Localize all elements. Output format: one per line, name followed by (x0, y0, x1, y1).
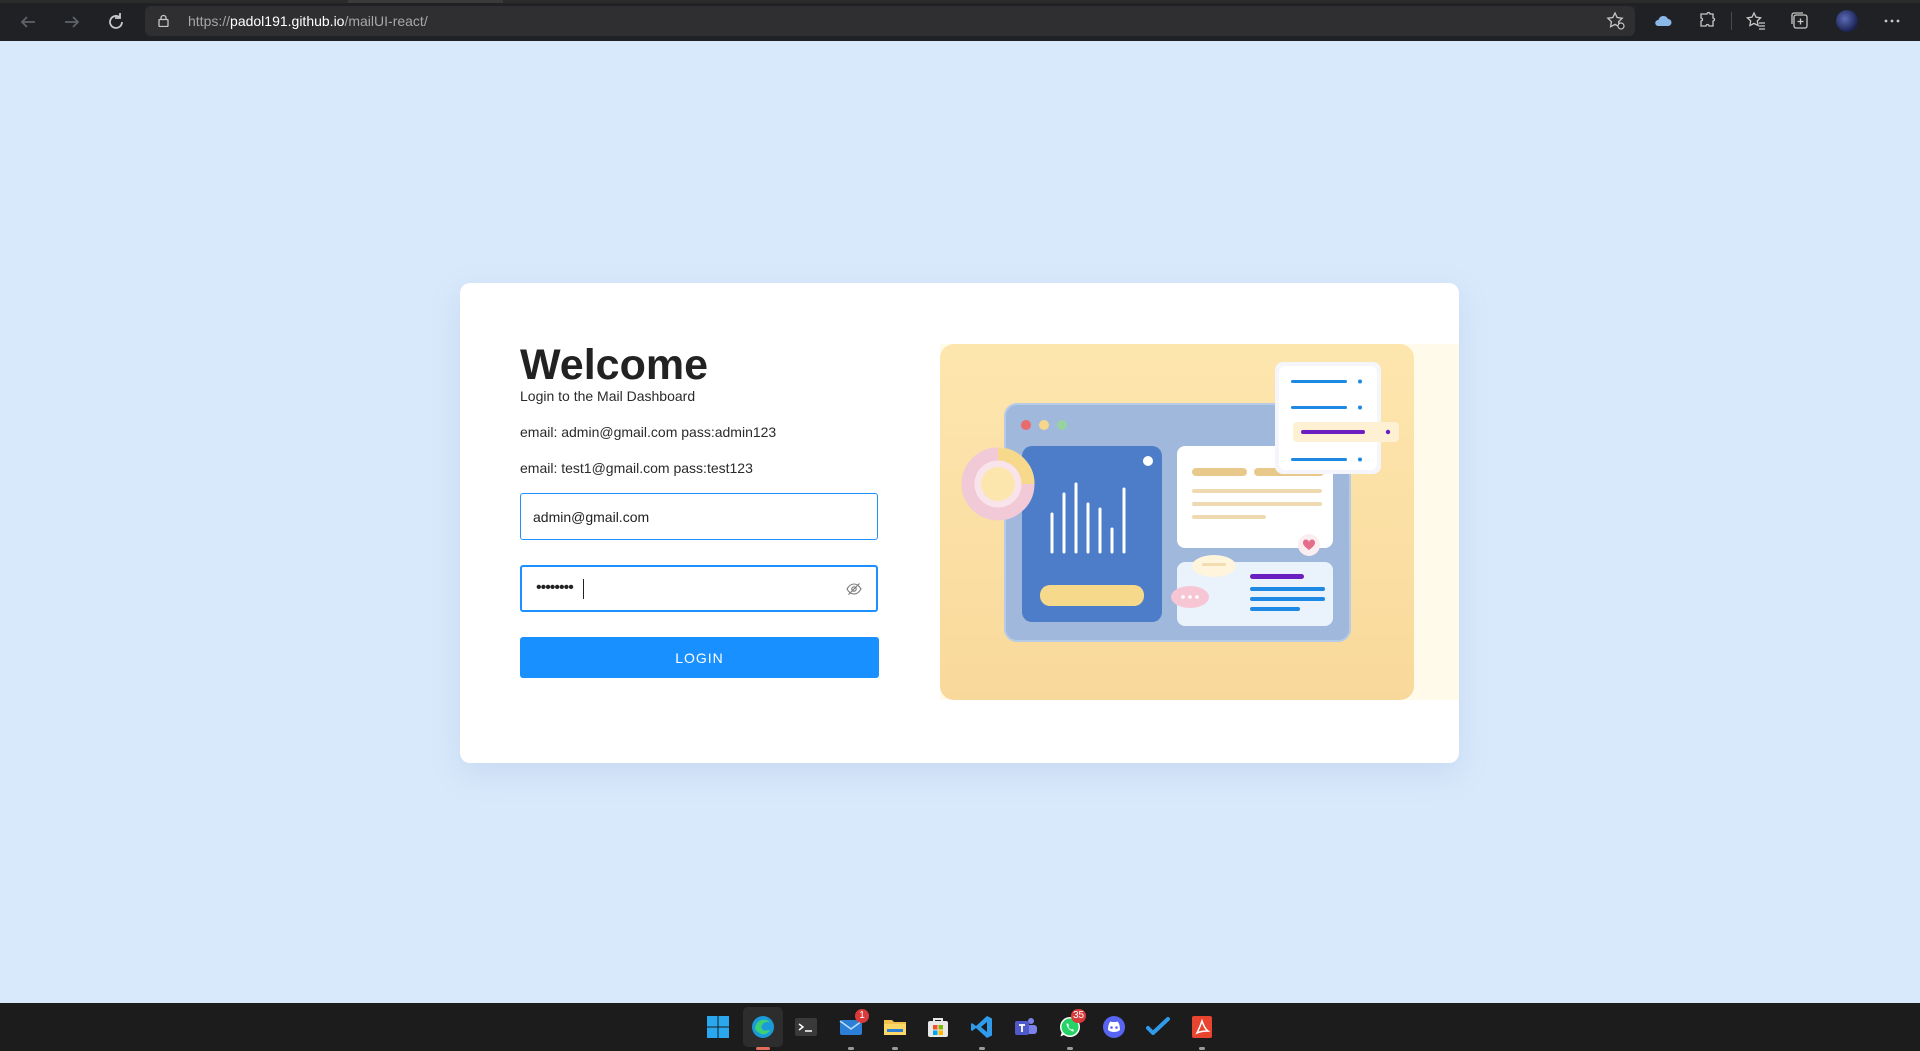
active-tab-hint[interactable] (348, 0, 503, 3)
todo-icon[interactable] (1146, 1015, 1170, 1039)
address-bar[interactable]: https://padol191.github.io/mailUI-react/ (145, 6, 1635, 36)
email-input[interactable] (521, 494, 877, 539)
discord-icon[interactable] (1102, 1015, 1126, 1039)
acrobat-running-indicator (1199, 1047, 1205, 1050)
whatsapp-running-indicator (1067, 1047, 1073, 1050)
toolbar-separator (1731, 12, 1732, 30)
favorites-icon[interactable] (1744, 9, 1768, 33)
forward-icon[interactable] (59, 9, 85, 35)
more-icon[interactable] (1880, 9, 1904, 33)
file-explorer-icon[interactable] (883, 1015, 907, 1039)
edge-icon[interactable] (751, 1015, 775, 1039)
refresh-icon[interactable] (103, 9, 129, 35)
test-credentials-hint: email: test1@gmail.com pass:test123 (520, 460, 753, 476)
edge-running-indicator (756, 1047, 770, 1050)
vscode-running-indicator (979, 1047, 985, 1050)
url-path: /mailUI-react/ (344, 13, 428, 29)
password-field[interactable]: •••••••• (520, 565, 878, 612)
acrobat-icon[interactable] (1190, 1015, 1214, 1039)
eye-invisible-icon[interactable] (846, 582, 862, 596)
vscode-icon[interactable] (970, 1015, 994, 1039)
text-caret (583, 579, 584, 599)
lock-icon[interactable] (158, 14, 169, 27)
login-subtitle: Login to the Mail Dashboard (520, 388, 696, 404)
whatsapp-badge: 35 (1071, 1009, 1087, 1023)
back-icon[interactable] (15, 9, 41, 35)
store-icon[interactable] (926, 1015, 950, 1039)
add-favorite-icon[interactable] (1604, 9, 1628, 33)
admin-credentials-hint: email: admin@gmail.com pass:admin123 (520, 424, 777, 440)
mail-running-indicator (848, 1047, 854, 1050)
taskbar: 1 35 (0, 1003, 1920, 1051)
windows-start-icon[interactable] (706, 1015, 730, 1039)
profile-avatar[interactable] (1836, 10, 1858, 32)
extensions-icon[interactable] (1695, 9, 1719, 33)
cloud-icon[interactable] (1651, 9, 1675, 33)
teams-icon[interactable] (1014, 1015, 1038, 1039)
dashboard-illustration-art (961, 362, 1399, 642)
illustration-panel (940, 344, 1414, 700)
explorer-running-indicator (892, 1047, 898, 1050)
collections-icon[interactable] (1788, 9, 1812, 33)
tab-strip (0, 0, 1920, 3)
url-host: padol191.github.io (230, 13, 345, 29)
email-field[interactable] (520, 493, 878, 540)
terminal-icon[interactable] (794, 1015, 818, 1039)
welcome-title: Welcome (520, 341, 708, 389)
password-input[interactable]: •••••••• (536, 579, 574, 597)
url-text[interactable]: https://padol191.github.io/mailUI-react/ (188, 13, 428, 29)
browser-toolbar: https://padol191.github.io/mailUI-react/ (0, 0, 1920, 41)
login-card: Welcome Login to the Mail Dashboard emai… (460, 283, 1459, 763)
login-button[interactable]: LOGIN (520, 637, 879, 678)
mail-badge: 1 (855, 1009, 869, 1023)
dashboard-illustration (940, 344, 1459, 700)
url-scheme: https:// (188, 13, 231, 29)
